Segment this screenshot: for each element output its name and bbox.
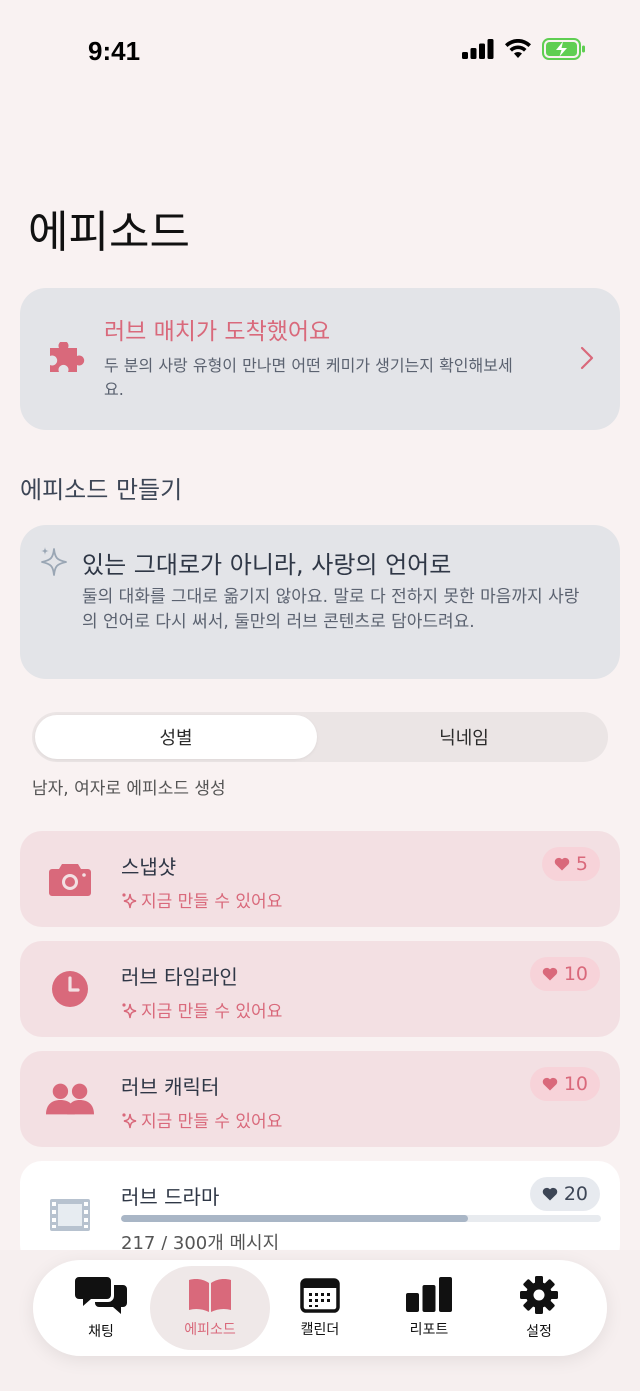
- sparkle-small-icon: [122, 1002, 137, 1018]
- naming-mode-segmented-control[interactable]: 성별 닉네임: [32, 712, 608, 762]
- tab-episode[interactable]: 에피소드: [150, 1266, 270, 1350]
- episode-title: 러브 타임라인: [121, 965, 238, 989]
- love-match-title: 러브 매치가 도착했어요: [104, 319, 331, 345]
- heart-cost-value: 5: [575, 853, 588, 875]
- episode-title: 러브 캐릭터: [121, 1075, 220, 1099]
- signal-icon: [462, 39, 494, 59]
- people-icon: [46, 1077, 94, 1121]
- heart-icon: [542, 967, 558, 981]
- tab-bar: 채팅 에피소드 캘린더 리포트 설정: [33, 1260, 607, 1356]
- section-title: 에피소드 만들기: [20, 476, 183, 504]
- bar-chart-icon: [406, 1277, 452, 1312]
- tab-report[interactable]: 리포트: [369, 1266, 489, 1350]
- episode-status-text: 지금 만들 수 있어요: [141, 892, 283, 912]
- heart-cost-value: 20: [563, 1183, 588, 1205]
- episode-card-love-character[interactable]: 러브 캐릭터 지금 만들 수 있어요 10: [20, 1051, 620, 1147]
- segment-nickname[interactable]: 닉네임: [323, 715, 605, 759]
- status-icons: [462, 38, 586, 60]
- episode-status: 지금 만들 수 있어요: [121, 1107, 282, 1132]
- puzzle-icon: [50, 342, 85, 372]
- heart-cost-value: 10: [563, 1073, 588, 1095]
- episode-card-love-timeline[interactable]: 러브 타임라인 지금 만들 수 있어요 10: [20, 941, 620, 1037]
- episode-status-text: 지금 만들 수 있어요: [141, 1112, 283, 1132]
- wifi-icon: [505, 39, 531, 58]
- intro-description: 둘의 대화를 그대로 옮기지 않아요. 말로 다 전하지 못한 마음까지 사랑의…: [82, 587, 580, 632]
- tab-label: 채팅: [88, 1324, 114, 1340]
- heart-cost-badge: 20: [529, 1177, 600, 1211]
- episode-title: 러브 드라마: [121, 1185, 220, 1209]
- film-icon: [46, 1193, 94, 1237]
- heart-icon: [542, 1077, 558, 1091]
- heart-cost-badge: 5: [541, 847, 600, 881]
- chevron-right-icon: [580, 346, 594, 370]
- tab-chat[interactable]: 채팅: [41, 1266, 161, 1350]
- clock-icon: [46, 967, 94, 1011]
- sparkle-small-icon: [122, 1112, 137, 1128]
- heart-cost-badge: 10: [529, 1067, 600, 1101]
- tab-label: 캘린더: [300, 1322, 340, 1338]
- intro-card: 있는 그대로가 아니라, 사랑의 언어로 둘의 대화를 그대로 옮기지 않아요.…: [20, 525, 620, 679]
- episode-status-text: 지금 만들 수 있어요: [141, 1002, 283, 1022]
- heart-cost-value: 10: [563, 963, 588, 985]
- message-progress-bar: [121, 1215, 601, 1222]
- calendar-icon: [300, 1278, 340, 1313]
- status-bar: 9:41: [0, 0, 640, 100]
- heart-cost-badge: 10: [529, 957, 600, 991]
- battery-charging-icon: [542, 38, 585, 60]
- tab-label: 리포트: [409, 1322, 449, 1338]
- intro-title: 있는 그대로가 아니라, 사랑의 언어로: [82, 551, 452, 579]
- segment-gender[interactable]: 성별: [35, 715, 317, 759]
- page-title: 에피소드: [28, 207, 190, 258]
- camera-icon: [46, 857, 94, 901]
- gear-icon: [520, 1276, 558, 1314]
- episode-status: 지금 만들 수 있어요: [121, 887, 282, 912]
- book-icon: [189, 1279, 231, 1312]
- episode-status: 지금 만들 수 있어요: [121, 997, 282, 1022]
- sparkle-small-icon: [122, 892, 137, 908]
- heart-icon: [542, 1187, 558, 1201]
- episode-title: 스냅샷: [121, 855, 177, 879]
- segment-caption: 남자, 여자로 에피소드 생성: [32, 779, 226, 799]
- sparkle-icon: [41, 547, 67, 576]
- tab-settings[interactable]: 설정: [479, 1266, 599, 1350]
- love-match-card[interactable]: 러브 매치가 도착했어요 두 분의 사랑 유형이 만나면 어떤 케미가 생기는지…: [20, 288, 620, 430]
- chat-icon: [75, 1277, 127, 1314]
- tab-label: 에피소드: [184, 1322, 236, 1338]
- episode-card-snapshot[interactable]: 스냅샷 지금 만들 수 있어요 5: [20, 831, 620, 927]
- message-progress-fill: [121, 1215, 469, 1222]
- heart-icon: [554, 857, 570, 871]
- tab-calendar[interactable]: 캘린더: [260, 1266, 380, 1350]
- love-match-description: 두 분의 사랑 유형이 만나면 어떤 케미가 생기는지 확인해보세요.: [104, 356, 513, 399]
- tab-label: 설정: [526, 1324, 552, 1340]
- status-time: 9:41: [88, 36, 141, 66]
